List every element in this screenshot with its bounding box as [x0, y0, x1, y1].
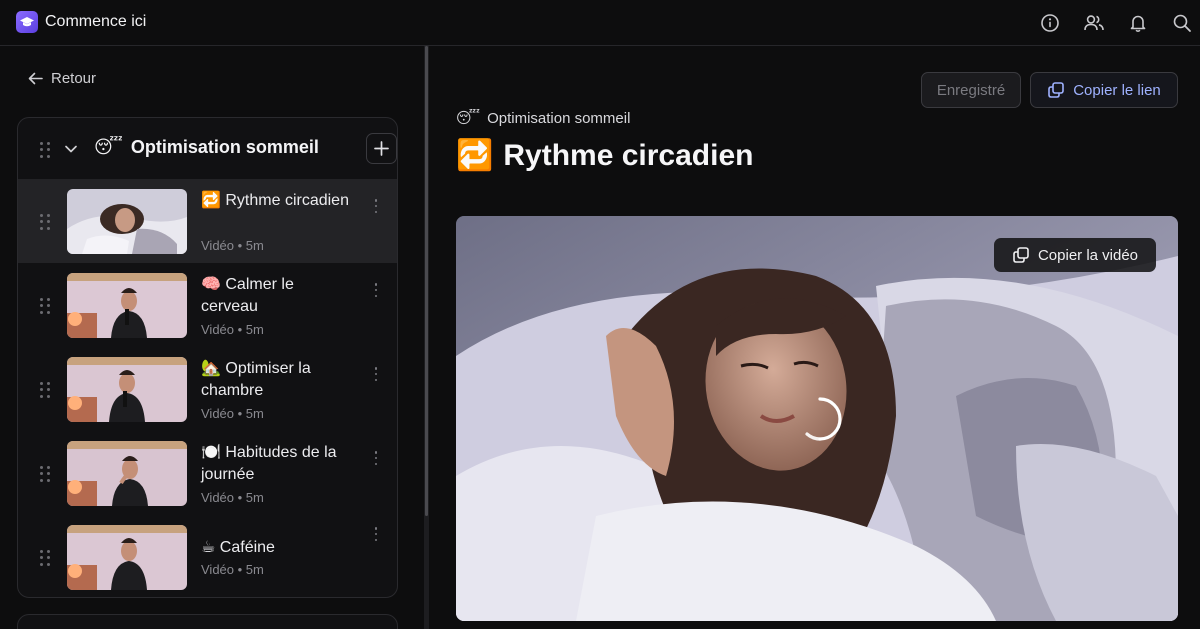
- copy-link-button[interactable]: Copier le lien: [1030, 72, 1178, 108]
- lesson-title-label: Habitudes de la journée: [201, 444, 337, 483]
- chevron-down-icon[interactable]: [64, 142, 78, 156]
- sleeping-face-icon: 😴: [94, 137, 123, 157]
- lesson-item[interactable]: 🔁 Rythme circadien Vidéo • 5m: [18, 179, 397, 263]
- drag-handle-icon[interactable]: [40, 466, 50, 482]
- lesson-thumbnail: [67, 357, 187, 422]
- lesson-title: 🧠 Calmer le cerveau: [201, 274, 351, 318]
- lesson-title-label: Caféine: [219, 539, 275, 556]
- lesson-title: 🍽️ Habitudes de la journée: [201, 442, 351, 486]
- add-lesson-button[interactable]: [366, 133, 397, 164]
- bell-icon[interactable]: [1127, 12, 1149, 34]
- more-options-icon[interactable]: [372, 283, 380, 297]
- copy-link-label: Copier le lien: [1073, 81, 1161, 99]
- drag-handle-icon[interactable]: [40, 550, 50, 566]
- module-card: 😴 Optimisation sommeil 🔁 Rythme circadie…: [17, 117, 398, 598]
- lesson-thumbnail: [67, 525, 187, 590]
- copy-video-label: Copier la vidéo: [1037, 246, 1139, 264]
- search-icon[interactable]: [1171, 12, 1193, 34]
- page-title-label: Rythme circadien: [503, 138, 754, 172]
- drag-handle-icon[interactable]: [40, 298, 50, 314]
- lesson-item[interactable]: 🏡 Optimiser la chambre Vidéo • 5m: [18, 347, 397, 431]
- lesson-thumbnail: [67, 189, 187, 254]
- copy-icon: [1048, 82, 1065, 98]
- more-options-icon[interactable]: [372, 367, 380, 381]
- module-header[interactable]: 😴 Optimisation sommeil: [18, 118, 397, 179]
- lesson-title: 🏡 Optimiser la chambre: [201, 358, 351, 402]
- repeat-icon: 🔁: [201, 192, 221, 209]
- lesson-meta: Vidéo • 5m: [201, 406, 264, 421]
- info-icon[interactable]: [1039, 12, 1061, 34]
- sidebar-scrollbar[interactable]: [425, 46, 428, 516]
- lesson-title: 🔁 Rythme circadien: [201, 190, 351, 212]
- brain-icon: 🧠: [201, 276, 221, 293]
- back-link-label: Retour: [51, 70, 97, 87]
- plate-icon: 🍽️: [201, 444, 221, 461]
- drag-handle-icon[interactable]: [40, 142, 50, 158]
- copy-icon: [1013, 247, 1029, 263]
- graduation-cap-icon[interactable]: [16, 11, 38, 33]
- lesson-thumbnail: [67, 441, 187, 506]
- next-module-card[interactable]: [17, 614, 398, 629]
- plus-icon: [374, 141, 389, 156]
- saved-button[interactable]: Enregistré: [921, 72, 1021, 108]
- copy-video-button[interactable]: Copier la vidéo: [994, 238, 1156, 272]
- module-title-label: Optimisation sommeil: [130, 137, 319, 157]
- lesson-title: ☕ Caféine: [201, 537, 351, 559]
- lesson-thumbnail: [67, 273, 187, 338]
- lesson-item[interactable]: 🍽️ Habitudes de la journée Vidéo • 5m: [18, 431, 397, 515]
- repeat-icon: 🔁: [456, 139, 494, 172]
- top-bar: Commence ici: [0, 0, 1200, 46]
- lesson-meta: Vidéo • 5m: [201, 238, 264, 253]
- lesson-meta: Vidéo • 5m: [201, 562, 264, 577]
- breadcrumb-label: Optimisation sommeil: [487, 109, 631, 127]
- drag-handle-icon[interactable]: [40, 214, 50, 230]
- loading-spinner-icon: [797, 396, 843, 442]
- lesson-item[interactable]: ☕ Caféine Vidéo • 5m: [18, 515, 397, 597]
- more-options-icon[interactable]: [372, 451, 380, 465]
- lesson-title-label: Rythme circadien: [225, 192, 349, 209]
- breadcrumb[interactable]: 😴 Optimisation sommeil: [456, 109, 631, 128]
- lesson-item[interactable]: 🧠 Calmer le cerveau Vidéo • 5m: [18, 263, 397, 347]
- users-icon[interactable]: [1083, 12, 1105, 34]
- lesson-meta: Vidéo • 5m: [201, 322, 264, 337]
- back-link[interactable]: Retour: [28, 70, 96, 87]
- page-title: 🔁 Rythme circadien: [456, 138, 753, 173]
- more-options-icon[interactable]: [372, 527, 380, 541]
- drag-handle-icon[interactable]: [40, 382, 50, 398]
- house-icon: 🏡: [201, 360, 221, 377]
- arrow-left-icon: [28, 72, 43, 85]
- app-title[interactable]: Commence ici: [45, 13, 146, 31]
- module-title: 😴 Optimisation sommeil: [94, 137, 319, 158]
- sleeping-face-icon: 😴: [456, 110, 481, 127]
- more-options-icon[interactable]: [372, 199, 380, 213]
- coffee-icon: ☕: [201, 539, 216, 556]
- lesson-meta: Vidéo • 5m: [201, 490, 264, 505]
